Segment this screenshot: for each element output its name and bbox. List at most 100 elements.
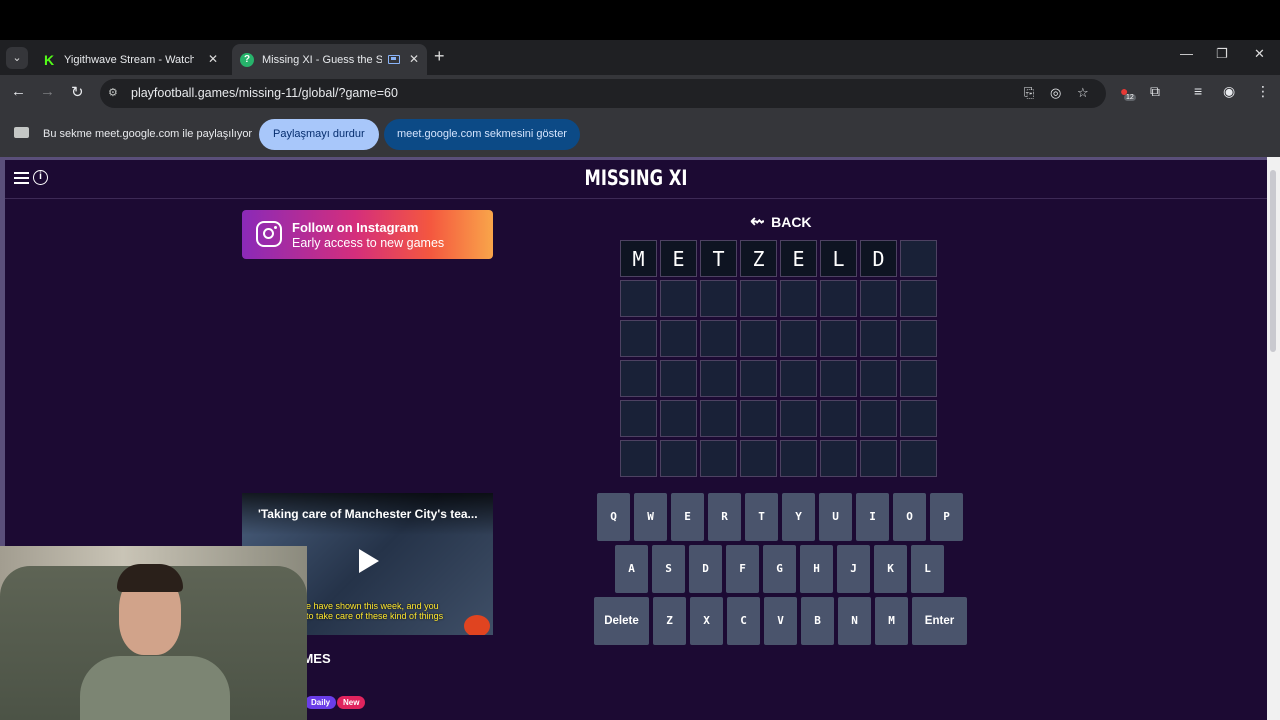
info-icon[interactable]: i: [33, 170, 48, 185]
screen-top-border: [0, 0, 1280, 40]
grid-cell: E: [660, 240, 697, 277]
key-d[interactable]: D: [689, 545, 722, 593]
new-tab-button[interactable]: +: [434, 46, 445, 67]
key-s[interactable]: S: [652, 545, 685, 593]
back-arrow-icon[interactable]: ←: [11, 83, 26, 100]
close-window-icon[interactable]: ✕: [1254, 46, 1265, 62]
key-w[interactable]: W: [634, 493, 667, 541]
grid-cell: [660, 400, 697, 437]
extensions-puzzle-icon[interactable]: ⧉: [1150, 83, 1160, 100]
key-j[interactable]: J: [837, 545, 870, 593]
key-r[interactable]: R: [708, 493, 741, 541]
grid-cell: [780, 360, 817, 397]
webcam-person-body: [80, 656, 230, 720]
scrollbar-thumb[interactable]: [1270, 170, 1276, 352]
key-z[interactable]: Z: [653, 597, 686, 645]
grid-cell: [860, 440, 897, 477]
key-p[interactable]: P: [930, 493, 963, 541]
key-f[interactable]: F: [726, 545, 759, 593]
tab-kick-stream[interactable]: K Yigithwave Stream - Watch Live ✕: [34, 44, 226, 75]
back-arrow-icon: ⇜: [750, 211, 766, 231]
page-title: MISSING XI: [584, 166, 688, 190]
key-i[interactable]: I: [856, 493, 889, 541]
bookmark-star-icon[interactable]: ☆: [1077, 85, 1089, 101]
back-button[interactable]: ⇜ BACK: [750, 211, 812, 232]
key-l[interactable]: L: [911, 545, 944, 593]
grid-cell: [740, 320, 777, 357]
grid-cell: [860, 280, 897, 317]
new-badge: New: [337, 696, 366, 709]
grid-cell: [860, 360, 897, 397]
key-delete[interactable]: Delete: [594, 597, 649, 645]
grid-cell: [700, 360, 737, 397]
close-icon[interactable]: ✕: [409, 52, 419, 66]
grid-cell: [820, 320, 857, 357]
restore-icon[interactable]: ❐: [1216, 46, 1228, 62]
forward-arrow-icon[interactable]: →: [40, 83, 55, 100]
webcam-person-hair: [117, 564, 183, 592]
media-control-icon[interactable]: ≡: [1194, 83, 1202, 99]
grid-cell: [780, 400, 817, 437]
grid-cell: [700, 440, 737, 477]
key-x[interactable]: X: [690, 597, 723, 645]
grid-cell: [700, 320, 737, 357]
key-o[interactable]: O: [893, 493, 926, 541]
instagram-follow-banner[interactable]: Follow on Instagram Early access to new …: [242, 210, 493, 259]
key-h[interactable]: H: [800, 545, 833, 593]
address-bar[interactable]: ⚙ playfootball.games/missing-11/global/?…: [100, 79, 1106, 108]
webcam-overlay: [0, 546, 307, 720]
video-title: 'Taking care of Manchester City's tea...: [242, 493, 493, 535]
reload-icon[interactable]: ↻: [71, 83, 84, 101]
site-settings-icon[interactable]: ⚙: [108, 86, 122, 100]
key-g[interactable]: G: [763, 545, 796, 593]
key-v[interactable]: V: [764, 597, 797, 645]
grid-cell: [740, 360, 777, 397]
key-t[interactable]: T: [745, 493, 778, 541]
extension-badge: 12: [1124, 94, 1136, 101]
tab-title: Yigithwave Stream - Watch Live: [64, 53, 194, 66]
grid-cell: [900, 360, 937, 397]
key-q[interactable]: Q: [597, 493, 630, 541]
menu-kebab-icon[interactable]: ⋮: [1256, 83, 1270, 100]
url-text: playfootball.games/missing-11/global/?ga…: [131, 86, 398, 100]
tab-share-bar: Bu sekme meet.google.com ile paylaşılıyo…: [0, 112, 1280, 157]
eye-off-icon[interactable]: ◎: [1050, 85, 1061, 101]
grid-cell: [820, 280, 857, 317]
profile-avatar[interactable]: ◉: [1223, 83, 1235, 100]
grid-cell: [620, 440, 657, 477]
grid-cell: T: [700, 240, 737, 277]
tab-search-button[interactable]: ⌄: [6, 47, 28, 69]
key-k[interactable]: K: [874, 545, 907, 593]
daily-badge: Daily: [305, 696, 337, 709]
key-c[interactable]: C: [727, 597, 760, 645]
question-icon: ?: [240, 52, 254, 67]
back-label: BACK: [771, 213, 812, 230]
hamburger-menu-icon[interactable]: [14, 172, 29, 184]
key-a[interactable]: A: [615, 545, 648, 593]
grid-cell: [740, 280, 777, 317]
grid-cell: L: [820, 240, 857, 277]
key-m[interactable]: M: [875, 597, 908, 645]
grid-cell: [700, 400, 737, 437]
play-icon[interactable]: [359, 549, 379, 573]
key-b[interactable]: B: [801, 597, 834, 645]
grid-cell: [780, 320, 817, 357]
grid-cell: E: [780, 240, 817, 277]
close-icon[interactable]: ✕: [208, 52, 218, 66]
stop-sharing-button[interactable]: Paylaşmayı durdur: [259, 119, 379, 150]
key-u[interactable]: U: [819, 493, 852, 541]
instagram-icon: [256, 221, 282, 247]
key-e[interactable]: E: [671, 493, 704, 541]
install-app-icon[interactable]: ⎘: [1024, 85, 1034, 101]
kick-icon: K: [43, 51, 55, 68]
minimize-icon[interactable]: —: [1180, 46, 1193, 61]
tab-missing-xi[interactable]: ? Missing XI - Guess the Starting ✕: [232, 44, 427, 75]
grid-cell: [900, 280, 937, 317]
show-meet-tab-button[interactable]: meet.google.com sekmesini göster: [384, 119, 580, 150]
key-n[interactable]: N: [838, 597, 871, 645]
key-enter[interactable]: Enter: [912, 597, 967, 645]
grid-cell: [620, 400, 657, 437]
key-y[interactable]: Y: [782, 493, 815, 541]
grid-cell: [860, 320, 897, 357]
grid-cell: [860, 400, 897, 437]
